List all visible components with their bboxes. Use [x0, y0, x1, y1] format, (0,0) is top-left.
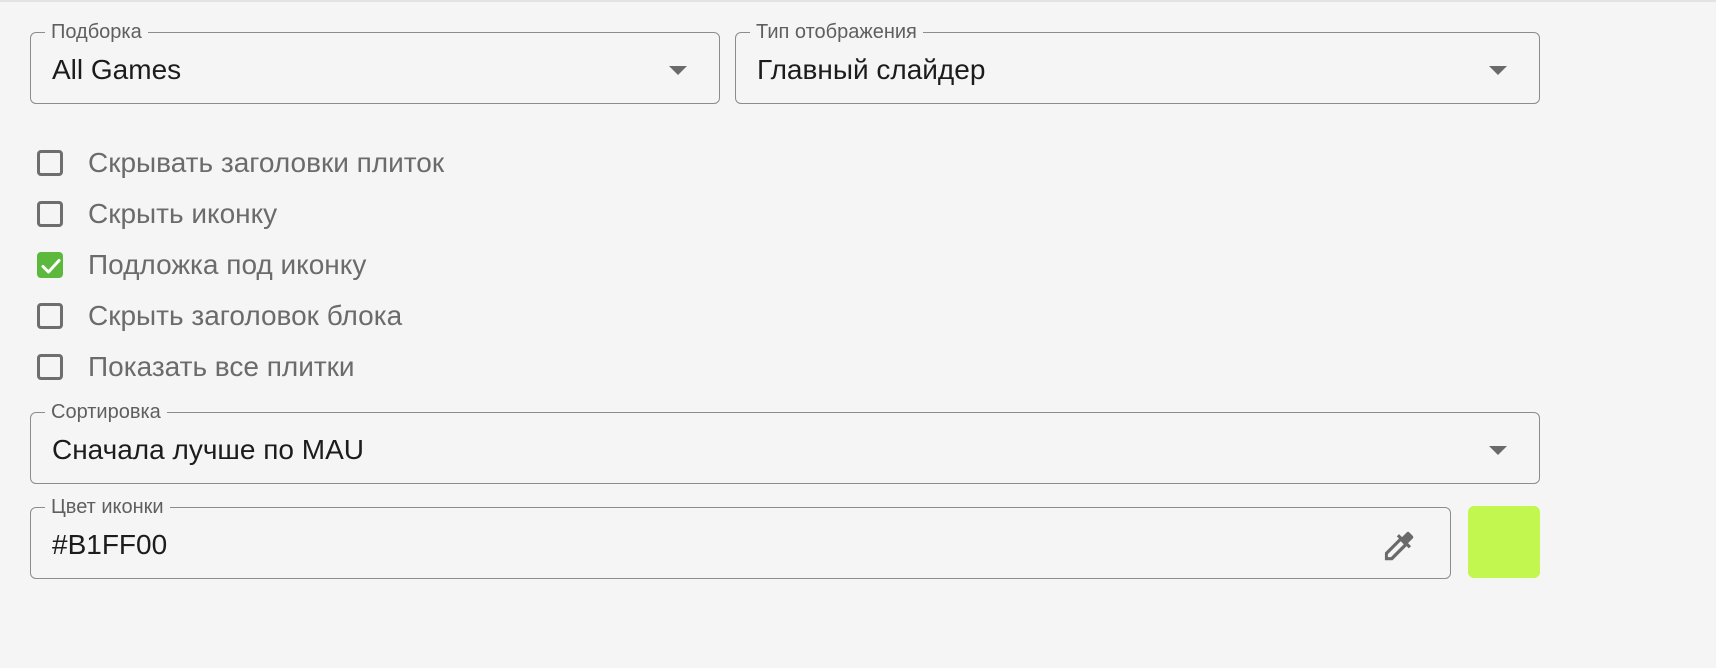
checkbox-hide-icon[interactable]: Скрыть иконку: [37, 196, 277, 232]
selection-label: Подборка: [45, 20, 148, 44]
checkbox-label: Показать все плитки: [88, 351, 355, 382]
checkbox-label: Скрывать заголовки плиток: [88, 147, 445, 178]
checkbox-box-checked[interactable]: [37, 252, 63, 278]
checkbox-box[interactable]: [37, 201, 63, 227]
display-type-label: Тип отображения: [750, 20, 923, 44]
sorting-label: Сортировка: [45, 400, 167, 424]
checkbox-label: Скрыть заголовок блока: [88, 300, 403, 331]
display-type-value: Главный слайдер: [757, 54, 986, 85]
checkbox-box[interactable]: [37, 303, 63, 329]
eyedropper-icon[interactable]: [1380, 527, 1418, 565]
checkbox-box[interactable]: [37, 354, 63, 380]
checkbox-show-all-tiles[interactable]: Показать все плитки: [37, 349, 355, 385]
sorting-select[interactable]: Сортировка Сначала лучше по MAU: [30, 400, 1540, 484]
selection-select[interactable]: Подборка All Games: [30, 20, 720, 104]
checkbox-icon-background[interactable]: Подложка под иконку: [37, 247, 366, 283]
selection-value: All Games: [52, 54, 182, 85]
icon-color-field[interactable]: Цвет иконки #B1FF00: [30, 495, 1451, 579]
checkbox-box[interactable]: [37, 150, 63, 176]
checkbox-label: Подложка под иконку: [88, 249, 367, 280]
display-type-select[interactable]: Тип отображения Главный слайдер: [735, 20, 1540, 104]
caret-down-icon: [1489, 446, 1507, 455]
checkbox-hide-tile-titles[interactable]: Скрывать заголовки плиток: [37, 145, 444, 181]
checkmark-icon: [41, 259, 61, 274]
checkbox-label: Скрыть иконку: [88, 198, 278, 229]
top-divider: [0, 0, 1716, 2]
color-swatch[interactable]: [1468, 506, 1540, 578]
icon-color-value[interactable]: #B1FF00: [52, 528, 167, 562]
caret-down-icon: [669, 66, 687, 75]
sorting-value: Сначала лучше по MAU: [52, 434, 364, 465]
icon-color-label: Цвет иконки: [45, 495, 170, 519]
caret-down-icon: [1489, 66, 1507, 75]
checkbox-hide-block-title[interactable]: Скрыть заголовок блока: [37, 298, 402, 334]
